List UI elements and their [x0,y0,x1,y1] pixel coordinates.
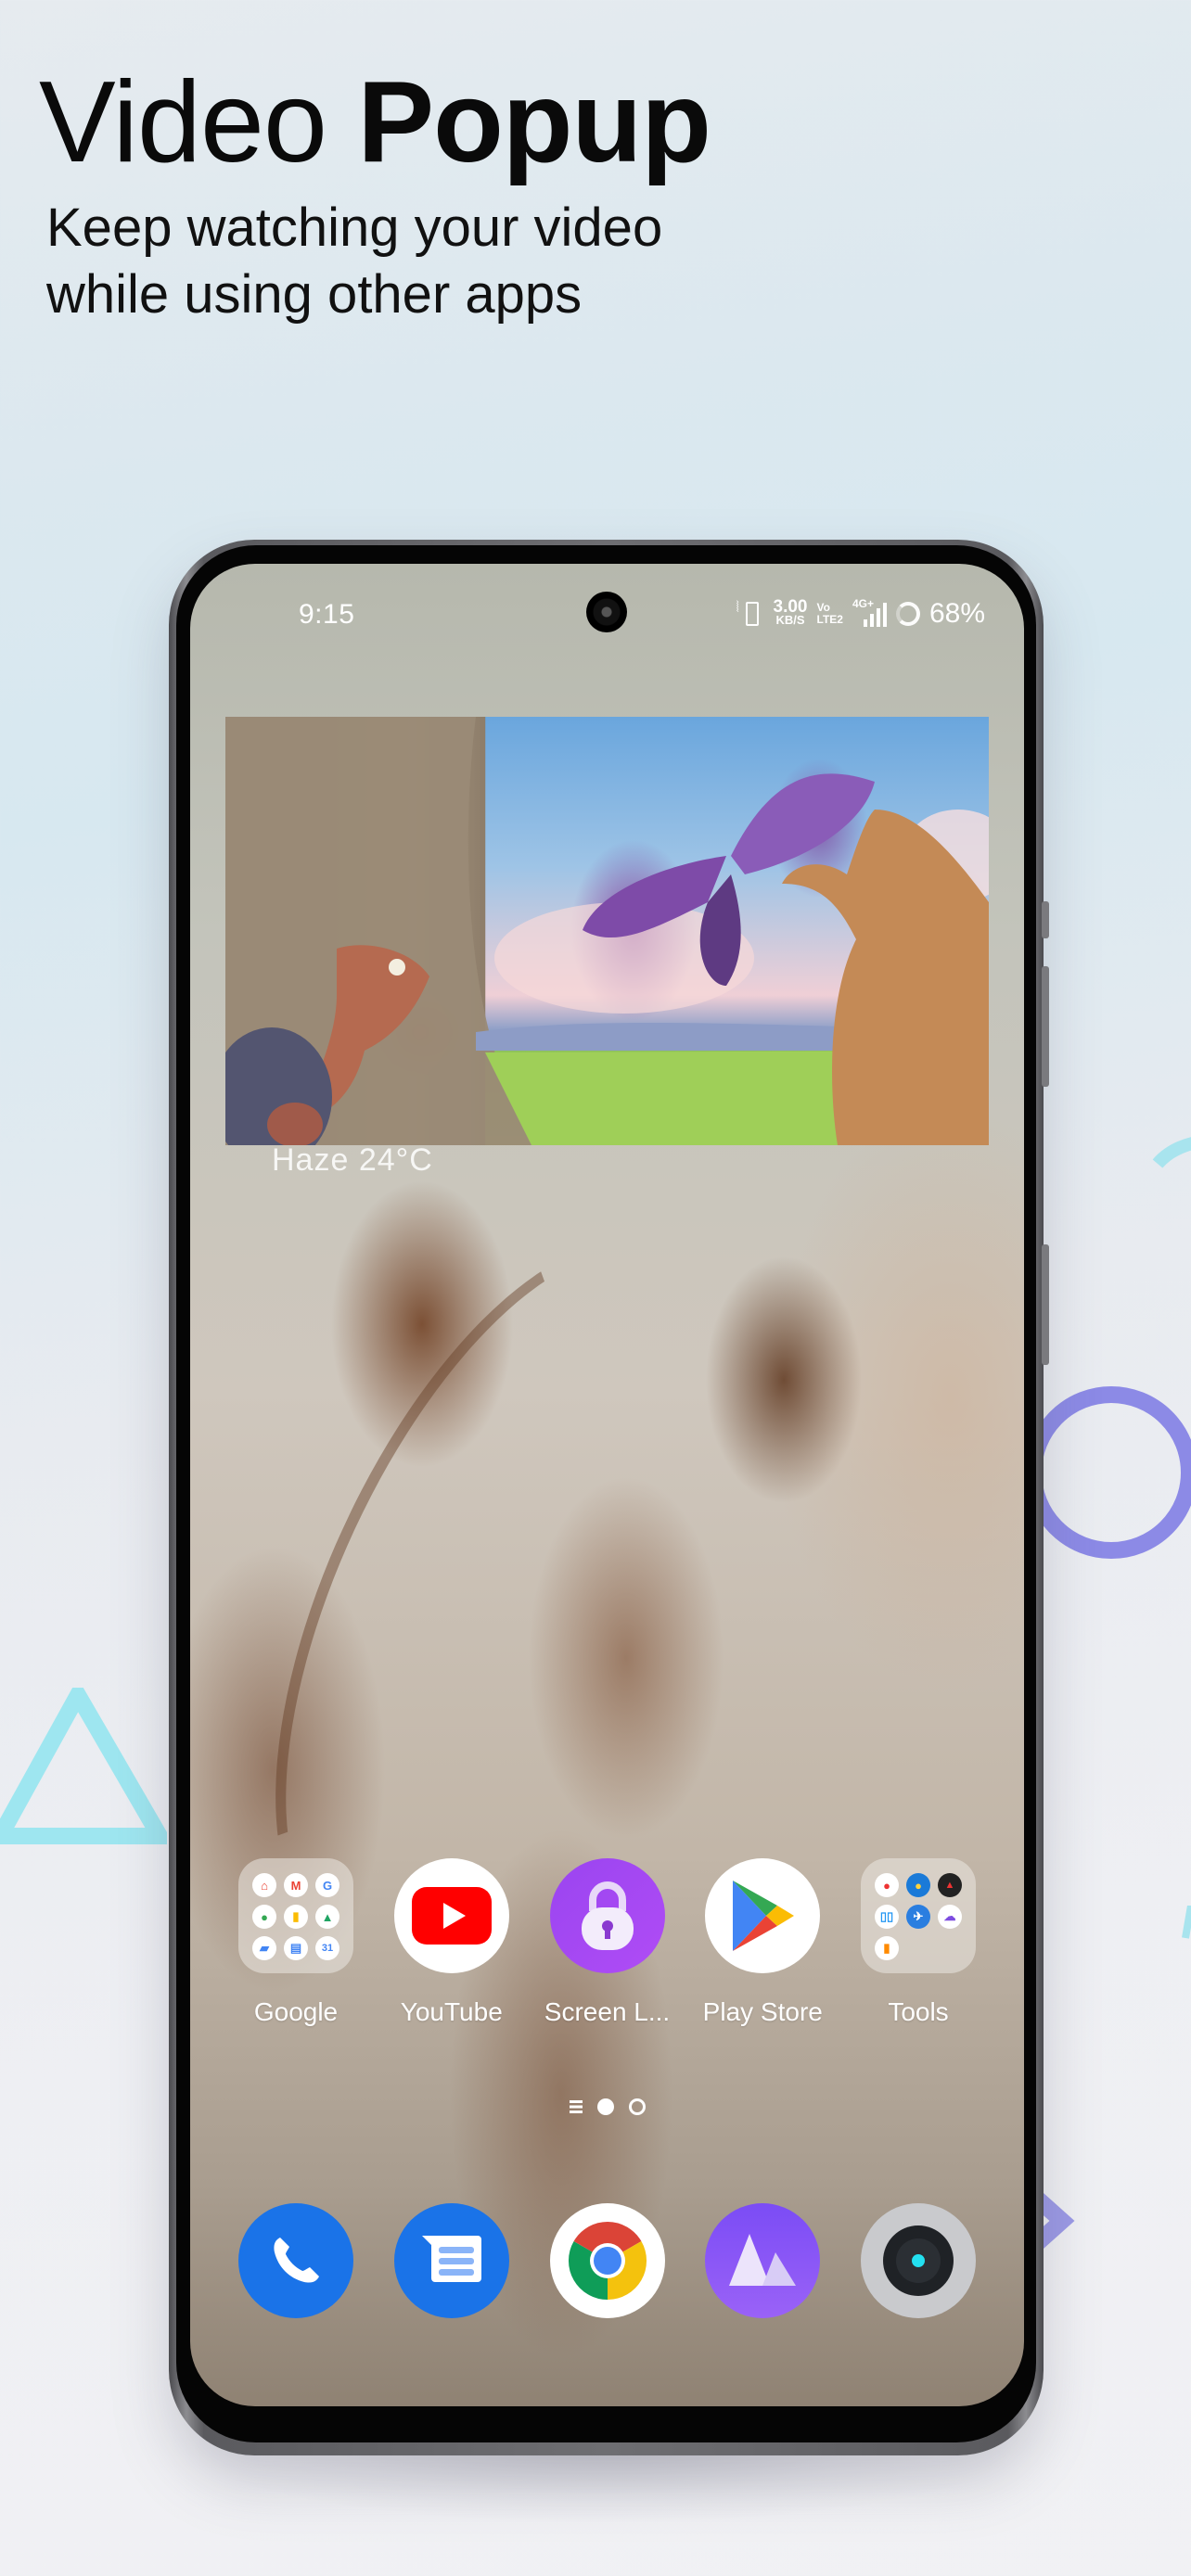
network-speed-value: 3.00 [773,597,808,617]
page-dot-inactive[interactable] [628,2098,646,2115]
maps-mini-icon: ● [252,1905,276,1929]
app-label: YouTube [400,1997,503,2026]
page-indicator[interactable] [190,2098,1024,2115]
home-apps-row: ⌂ M G ● ▮ ▲ ▰ ▤ 31 Google YouTube Screen… [190,1858,1024,2027]
chrome-icon[interactable] [549,2203,665,2318]
battery-percent: 68% [928,598,985,629]
volte-icon: Vo LTE2 [817,602,843,626]
dock [190,2203,1024,2318]
status-time: 9:15 [299,599,355,630]
messages-icon[interactable] [393,2203,509,2318]
gallery-icon[interactable] [705,2203,821,2318]
airplane-mini-icon: ✈ [906,1905,930,1929]
headline-subtitle: Keep watching your video while using oth… [46,195,711,328]
weather-widget[interactable]: Haze 24°C [272,1142,433,1179]
docs-mini-icon: ▤ [284,1936,308,1960]
phone-icon[interactable] [238,2203,353,2318]
video-frame [225,717,989,1145]
app-label: Screen L... [544,1997,671,2026]
signal-icon: 4G+ [852,597,887,627]
app-screen-lock[interactable]: Screen L... [544,1858,670,2027]
page-dot-active[interactable] [596,2098,614,2115]
subtitle-line-1: Keep watching your video [46,198,663,258]
youtube-icon [393,1858,509,1973]
title-regular: Video [39,58,327,186]
files-mini-icon: ▰ [252,1936,276,1960]
split-screen-mini-icon: ▯▯ [875,1905,899,1929]
app-google-folder[interactable]: ⌂ M G ● ▮ ▲ ▰ ▤ 31 Google [238,1858,353,2027]
volte-line-2: LTE2 [816,613,843,626]
video-popup-player[interactable] [225,717,989,1145]
phone-screen: 9:15 3.00 KB/S Vo LTE2 4G+ 68% [190,564,1024,2406]
lock-icon [549,1858,665,1973]
side-button-1 [1042,901,1049,938]
status-bar: 9:15 3.00 KB/S Vo LTE2 4G+ 68% [190,564,1024,666]
app-tools-folder[interactable]: ● ● ▲ ▯▯ ✈ ☁ ▮ Tools [861,1858,976,2027]
keep-mini-icon: ▮ [284,1905,308,1929]
app-label: Play Store [702,1997,823,2026]
app-youtube[interactable]: YouTube [393,1858,509,2027]
play-store-icon [705,1858,821,1973]
app-label: Google [253,1997,339,2026]
status-icons: 3.00 KB/S Vo LTE2 4G+ 68% [736,595,985,632]
battery-ring-icon [895,602,920,626]
arc-decoration [1152,1137,1191,1168]
side-button-3 [1042,1244,1049,1365]
circle-decoration [1030,1386,1191,1559]
arc-decoration-small [1182,1906,1191,1939]
network-speed-unit: KB/S [775,613,805,627]
tools-folder-icon: ● ● ▲ ▯▯ ✈ ☁ ▮ [861,1858,976,1973]
headline-title: Video Popup [39,57,711,187]
vibrate-icon [736,600,764,628]
phone-mockup: 9:15 3.00 KB/S Vo LTE2 4G+ 68% [169,540,1049,2455]
google-folder-icon: ⌂ M G ● ▮ ▲ ▰ ▤ 31 [238,1858,353,1973]
side-button-2 [1042,966,1049,1087]
toggle-mini-icon: ▮ [875,1936,899,1960]
network-type: 4G+ [852,597,874,610]
cloud-mini-icon: ☁ [938,1905,962,1929]
front-camera [586,592,627,632]
camera-icon[interactable] [861,2203,976,2318]
title-bold: Popup [357,58,711,186]
gmail-mini-icon: M [284,1873,308,1897]
home-app-mini-icon: ⌂ [252,1873,276,1897]
weather-mini-icon: ● [906,1873,930,1897]
drive-mini-icon: ▲ [315,1905,339,1929]
triangle-decoration [0,1688,167,1844]
app-label: Tools [888,1997,949,2026]
headline: Video Popup Keep watching your video whi… [39,57,711,328]
calendar-mini-icon: 31 [315,1936,339,1960]
google-mini-icon: G [315,1873,339,1897]
compass-mini-icon: ▲ [938,1873,962,1897]
app-play-store[interactable]: Play Store [702,1858,823,2027]
app-drawer-icon[interactable] [569,2100,583,2113]
subtitle-line-2: while using other apps [46,264,583,325]
network-speed: 3.00 KB/S [773,597,808,627]
recorder-mini-icon: ● [875,1873,899,1897]
